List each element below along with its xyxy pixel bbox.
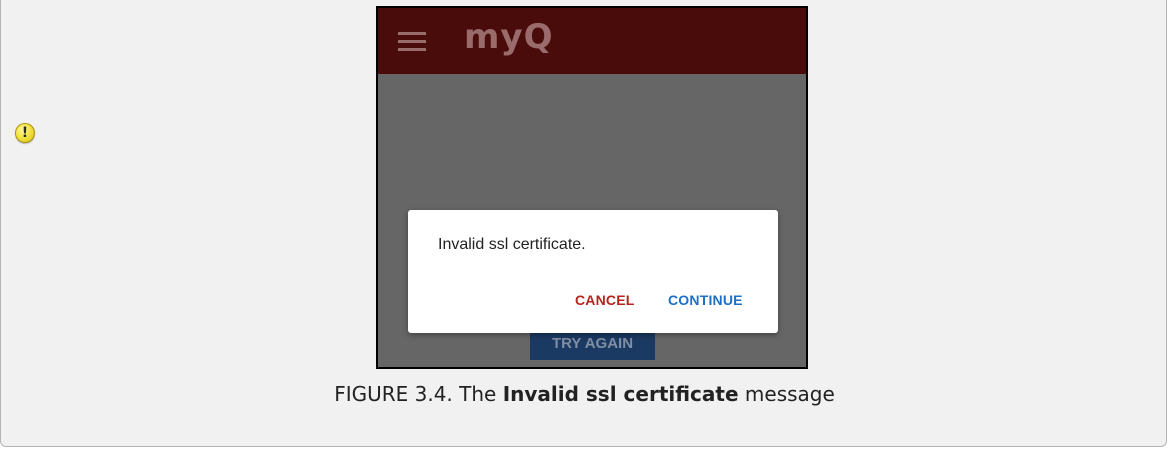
caption-emphasis: Invalid ssl certificate bbox=[502, 382, 739, 406]
figure-caption: FIGURE 3.4. The Invalid ssl certificate … bbox=[1, 382, 1168, 406]
app-screenshot: myQ TRY AGAIN Invalid ssl certificate. C… bbox=[376, 6, 808, 369]
hamburger-menu-icon[interactable] bbox=[398, 32, 426, 52]
caption-suffix: message bbox=[738, 382, 835, 406]
ssl-error-dialog: Invalid ssl certificate. CANCEL CONTINUE bbox=[408, 210, 778, 333]
caption-prefix: FIGURE 3.4. The bbox=[334, 382, 503, 406]
app-bar: myQ bbox=[378, 8, 806, 74]
dialog-message: Invalid ssl certificate. bbox=[438, 236, 586, 253]
warning-icon: ! bbox=[15, 123, 35, 143]
app-logo: myQ bbox=[464, 17, 554, 57]
cancel-button[interactable]: CANCEL bbox=[575, 292, 635, 308]
continue-button[interactable]: CONTINUE bbox=[668, 292, 743, 308]
note-panel: ! myQ TRY AGAIN Invalid ssl certificate.… bbox=[0, 0, 1167, 447]
